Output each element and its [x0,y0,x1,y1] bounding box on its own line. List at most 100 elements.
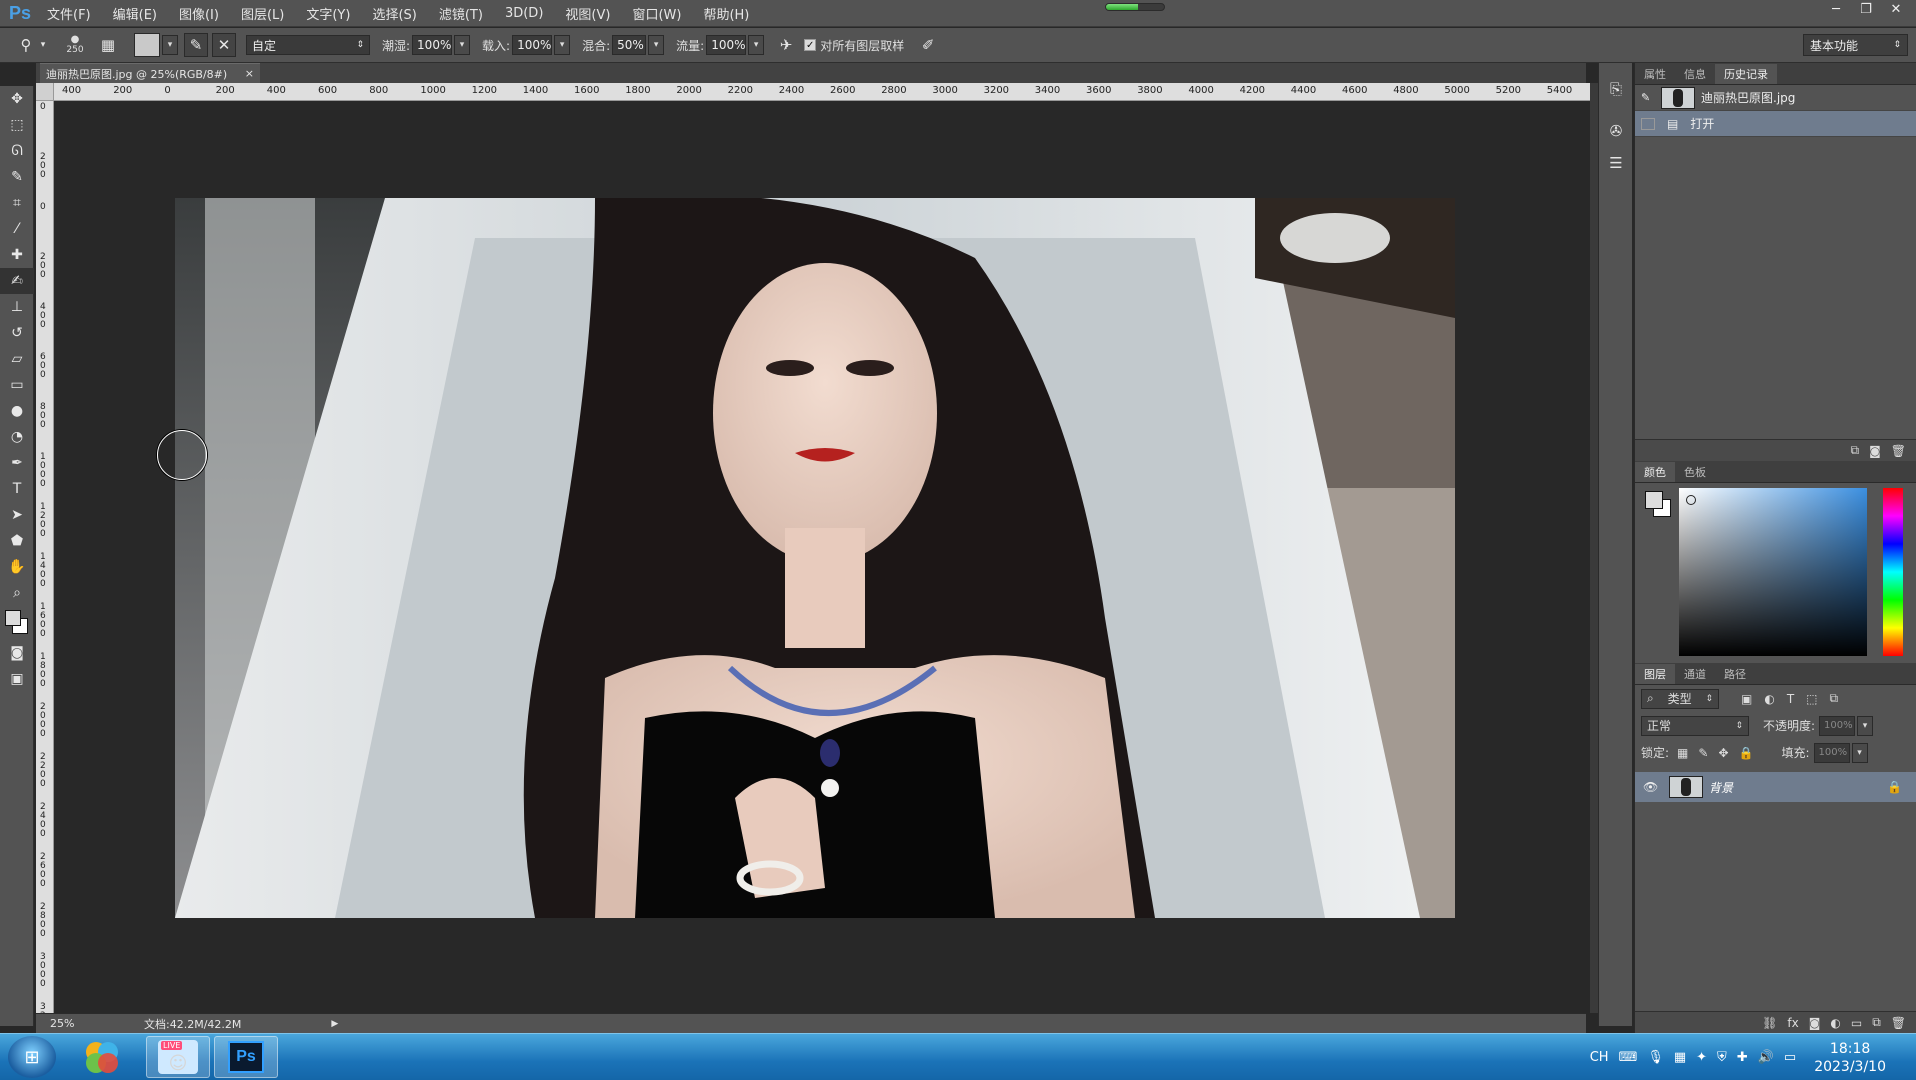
zoom-tool-icon[interactable]: ⌕ [0,580,34,606]
opacity-field[interactable]: 100% [1819,715,1856,736]
crop-tool-icon[interactable]: ⌗ [0,190,34,216]
foreground-color[interactable] [5,610,21,626]
menu-edit[interactable]: 编辑(E) [102,0,168,27]
brush-load-swatch[interactable] [134,33,160,57]
history-brush-tool-icon[interactable]: ↺ [0,320,34,346]
move-tool-icon[interactable]: ✥ [0,86,34,112]
menu-view[interactable]: 视图(V) [554,0,621,27]
checkbox-icon[interactable] [1641,117,1655,130]
brush-size-picker[interactable]: ● 250 [60,33,90,57]
airbrush-icon[interactable]: ✈ [774,33,798,57]
menu-help[interactable]: 帮助(H) [692,0,760,27]
tab-swatches[interactable]: 色板 [1675,462,1715,482]
shield-icon[interactable]: ⛨ [1717,1050,1727,1065]
tray-green-icon[interactable]: ✚ [1737,1050,1748,1065]
menu-image[interactable]: 图像(I) [168,0,230,27]
smart-object-filter-icon[interactable]: ⧉ [1830,691,1839,706]
fx-icon[interactable]: fx [1787,1016,1798,1030]
gradient-tool-icon[interactable]: ▭ [0,372,34,398]
path-select-tool-icon[interactable]: ➤ [0,502,34,528]
adjustment-layer-icon[interactable]: ◐ [1830,1016,1840,1030]
brush-panel-icon[interactable]: ▦ [96,33,120,57]
lock-position-icon[interactable]: ✥ [1718,746,1728,760]
pen-tool-icon[interactable]: ✒ [0,450,34,476]
link-icon[interactable]: ⛓ [1762,1016,1777,1030]
trash-icon[interactable]: 🗑 [1891,444,1906,458]
tab-properties[interactable]: 属性 [1635,64,1675,84]
brush-presets-icon[interactable]: ✇ [1604,119,1628,143]
lasso-tool-icon[interactable]: ᘏ [0,138,34,164]
chevron-down-icon[interactable]: ▾ [554,35,571,55]
pixel-filter-icon[interactable]: ▣ [1741,692,1752,706]
color-swatches[interactable] [0,606,34,640]
chevron-down-icon[interactable]: ▾ [748,35,765,55]
eye-icon[interactable]: 👁 [1643,780,1663,794]
trash-icon[interactable]: 🗑 [1891,1016,1906,1030]
history-snapshot[interactable]: ✎ 迪丽热巴原图.jpg [1635,85,1916,111]
tab-paths[interactable]: 路径 [1715,664,1755,684]
restore-button[interactable]: ❐ [1852,0,1880,18]
adjustments-icon[interactable]: ☰ [1604,151,1628,175]
chevron-down-icon[interactable]: ▾ [454,35,471,55]
mix-field[interactable]: 50% [612,35,647,55]
load-field[interactable]: 100% [512,35,553,55]
chevron-down-icon[interactable]: ▾ [38,33,48,57]
menu-3d[interactable]: 3D(D) [494,0,554,27]
menu-type[interactable]: 文字(Y) [295,0,361,27]
shape-tool-icon[interactable]: ⬟ [0,528,34,554]
brush-source-icon[interactable]: ✎ [1641,91,1655,104]
close-icon[interactable]: × [245,67,254,80]
hand-tool-icon[interactable]: ✋ [0,554,34,580]
menu-layer[interactable]: 图层(L) [230,0,295,27]
new-layer-icon[interactable]: ⧉ [1872,1015,1881,1030]
load-brush-icon[interactable]: ✎ [184,33,208,57]
blend-mode-select[interactable]: 正常 ⇕ [1641,715,1749,736]
flow-field[interactable]: 100% [706,35,747,55]
dodge-tool-icon[interactable]: ◔ [0,424,34,450]
windows-start-icon[interactable]: ⊞ [8,1036,56,1078]
language-indicator[interactable]: CH [1590,1050,1609,1065]
eyedropper-tool-icon[interactable]: ⁄ [0,216,34,242]
quick-mask-icon[interactable]: ◙ [0,640,34,666]
checkbox-checked-icon[interactable]: ✓ [804,39,817,51]
menu-filter[interactable]: 滤镜(T) [428,0,494,27]
microphone-icon[interactable]: 🎙 [1647,1050,1664,1065]
chevron-down-icon[interactable]: ▾ [162,35,178,55]
clock[interactable]: 18:18 2023/3/10 [1814,1040,1886,1076]
tab-color[interactable]: 颜色 [1635,462,1675,482]
healing-brush-tool-icon[interactable]: ✚ [0,242,34,268]
menu-select[interactable]: 选择(S) [361,0,427,27]
color-picker-marker[interactable] [1686,495,1696,505]
workspace-select[interactable]: 基本功能 ⇕ [1803,34,1908,56]
new-document-from-state-icon[interactable]: ⧉ [1851,443,1860,458]
status-menu-arrow-icon[interactable]: ▶ [331,1019,338,1029]
ruler-origin[interactable] [36,83,54,101]
shape-filter-icon[interactable]: ⬚ [1806,692,1817,706]
mask-icon[interactable]: ◙ [1809,1016,1821,1030]
wetness-field[interactable]: 100% [412,35,453,55]
preset-select[interactable]: 自定 ⇕ [246,35,370,55]
color-panel-foreground[interactable] [1645,491,1663,509]
clean-brush-icon[interactable]: ✕ [212,33,236,57]
camera-icon[interactable]: ◙ [1869,444,1881,458]
taskbar-app-live[interactable]: LIVE ☺ [146,1036,210,1078]
fill-field[interactable]: 100% [1813,742,1850,763]
horizontal-ruler[interactable]: 400 200 0 200 400 600 800 1000 1200 1400 1600 1800 2… [54,83,1590,101]
clone-stamp-tool-icon[interactable]: ⊥ [0,294,34,320]
network-app-icon[interactable]: ▦ [1674,1050,1686,1065]
chevron-down-icon[interactable]: ▾ [1851,742,1868,763]
tab-info[interactable]: 信息 [1675,64,1715,84]
tab-layers[interactable]: 图层 [1635,664,1675,684]
color-field[interactable] [1679,488,1867,656]
layer-row[interactable]: 👁 背景 🔒 [1635,772,1916,802]
close-button[interactable]: ✕ [1882,0,1910,18]
chevron-down-icon[interactable]: ▾ [648,35,665,55]
type-filter-icon[interactable]: T [1787,692,1794,706]
brush-tool-icon[interactable]: ✍ [0,268,34,294]
zoom-level[interactable]: 25% [50,1017,110,1030]
type-tool-icon[interactable]: T [0,476,34,502]
display-icon[interactable]: ▭ [1784,1050,1796,1065]
eraser-tool-icon[interactable]: ▱ [0,346,34,372]
vertical-ruler[interactable]: 0 200 0 200 400 600 800 1000 1200 1400 1600 1800 200… [36,101,54,1039]
lock-pixels-icon[interactable]: ✎ [1698,746,1708,760]
